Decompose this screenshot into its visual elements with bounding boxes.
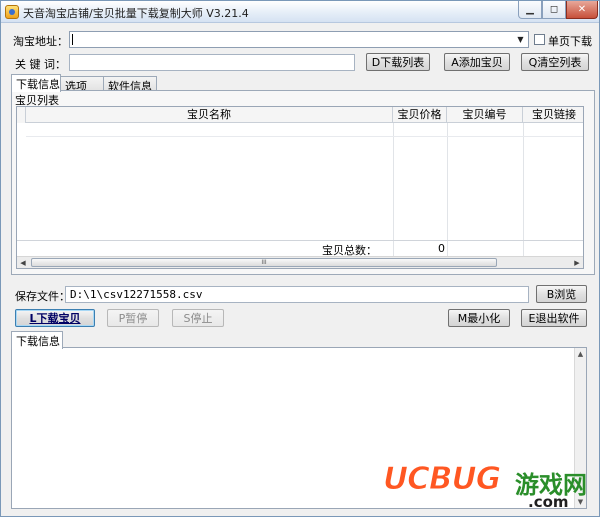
pause-button[interactable]: P暂停 — [107, 309, 159, 327]
app-window: 天音淘宝店铺/宝贝批量下载复制大师 V3.21.4 ▁ ◻ ✕ 淘宝地址： ▼ … — [0, 0, 600, 517]
grid-divider — [523, 123, 524, 256]
watermark-brand: UCBUG — [382, 461, 501, 498]
horizontal-scrollbar[interactable]: ◀ III ▶ — [17, 256, 583, 268]
grid-divider — [393, 241, 394, 257]
minimize-app-button[interactable]: M最小化 — [448, 309, 510, 327]
grid-row-line — [26, 136, 583, 137]
keyword-input[interactable] — [69, 54, 355, 71]
chevron-down-icon[interactable]: ▼ — [513, 32, 528, 47]
title-bar: 天音淘宝店铺/宝贝批量下载复制大师 V3.21.4 ▁ ◻ ✕ — [1, 1, 599, 23]
text-cursor — [72, 34, 73, 45]
scroll-right-icon[interactable]: ▶ — [571, 257, 583, 268]
browse-button[interactable]: B浏览 — [536, 285, 587, 303]
url-label: 淘宝地址： — [13, 35, 68, 48]
minimize-window-button[interactable]: ▁ — [518, 1, 542, 19]
grid-divider — [447, 241, 448, 257]
add-item-button[interactable]: A添加宝贝 — [444, 53, 510, 71]
window-title: 天音淘宝店铺/宝贝批量下载复制大师 V3.21.4 — [23, 7, 249, 20]
row-indicator — [17, 107, 26, 123]
grid-divider — [393, 123, 394, 256]
single-page-checkbox[interactable] — [534, 34, 545, 45]
item-list-table[interactable]: 宝贝名称 宝贝价格 宝贝编号 宝贝链接 宝贝总数： 0 ◀ III ▶ — [16, 106, 584, 269]
tab-log-download-info[interactable]: 下载信息 — [11, 331, 63, 349]
keyword-label: 关 键 词： — [15, 58, 66, 71]
scroll-left-icon[interactable]: ◀ — [17, 257, 29, 268]
maximize-window-button[interactable]: ◻ — [542, 1, 566, 19]
grid-divider — [447, 123, 448, 256]
table-header: 宝贝名称 宝贝价格 宝贝编号 宝贝链接 — [17, 107, 583, 123]
save-path-input[interactable]: D:\1\csv12271558.csv — [65, 286, 529, 303]
column-header-name[interactable]: 宝贝名称 — [26, 107, 393, 123]
save-file-label: 保存文件： — [15, 290, 70, 303]
column-header-id[interactable]: 宝贝编号 — [447, 107, 523, 123]
close-window-button[interactable]: ✕ — [566, 1, 598, 19]
app-logo-icon — [5, 5, 19, 19]
total-row: 宝贝总数： 0 — [17, 240, 583, 257]
single-page-label: 单页下载 — [548, 35, 592, 48]
tab-download-info[interactable]: 下载信息 — [11, 74, 61, 92]
scroll-thumb[interactable]: III — [31, 258, 497, 267]
clear-list-button[interactable]: Q清空列表 — [521, 53, 589, 71]
url-combobox[interactable]: ▼ — [69, 31, 529, 48]
exit-app-button[interactable]: E退出软件 — [521, 309, 587, 327]
total-value: 0 — [438, 242, 445, 255]
download-items-button[interactable]: L下载宝贝 — [15, 309, 95, 327]
watermark-domain: .com — [528, 493, 569, 511]
scroll-up-icon[interactable]: ▲ — [575, 348, 586, 360]
column-header-link[interactable]: 宝贝链接 — [523, 107, 583, 123]
download-list-button[interactable]: D下载列表 — [366, 53, 430, 71]
watermark-logo: UCBUG 游戏网 .com — [382, 461, 593, 513]
column-header-price[interactable]: 宝贝价格 — [393, 107, 447, 123]
stop-button[interactable]: S停止 — [172, 309, 224, 327]
